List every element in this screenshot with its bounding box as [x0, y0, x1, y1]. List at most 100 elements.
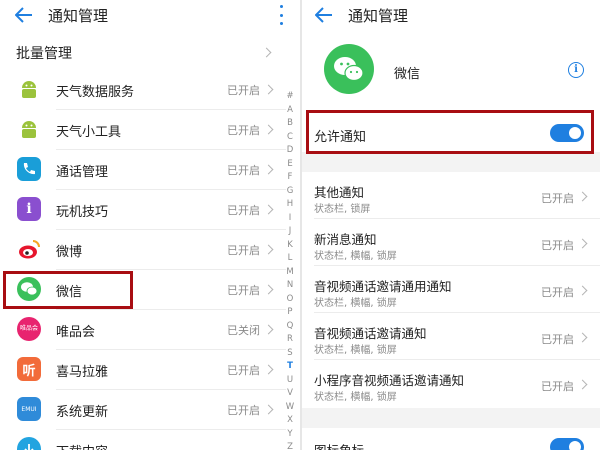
app-row-weibo[interactable]: 微博 已开启 [0, 230, 286, 270]
back-arrow-icon[interactable] [14, 5, 34, 25]
app-status: 已开启 [227, 164, 260, 177]
tips-icon: i [17, 197, 41, 221]
alphabet-index[interactable]: # A B C D E F G H I J K L M N O P Q R S T U V W X Y Z [284, 90, 296, 450]
android-icon [17, 117, 41, 141]
system-update-icon: EMUI [17, 397, 41, 421]
wechat-highlight-box [3, 271, 133, 309]
chevron-right-icon [263, 364, 274, 375]
notification-manager-list-screen: 通知管理 批量管理 天气数据服务 已开启 天气小工具 已开启 通话管理 已开启 … [0, 0, 300, 450]
chevron-right-icon [263, 164, 274, 175]
notification-subtitle: 状态栏, 锁屏 [314, 204, 371, 215]
alphabet-letter[interactable]: Z [284, 441, 296, 450]
notification-title: 新消息通知 [314, 232, 377, 247]
app-status: 已开启 [227, 244, 260, 257]
alphabet-letter[interactable]: L [284, 252, 296, 266]
app-status: 已开启 [227, 124, 260, 137]
notification-row-av-call-general[interactable]: 音视频通话邀请通用通知 状态栏, 横幅, 锁屏 已开启 [302, 266, 600, 313]
app-name: 通话管理 [56, 165, 109, 180]
system-update-logo-text: EMUI [21, 405, 37, 413]
alphabet-letter[interactable]: A [284, 104, 296, 118]
alphabet-letter[interactable]: J [284, 225, 296, 239]
notification-row-av-call[interactable]: 音视频通话邀请通知 状态栏, 横幅, 锁屏 已开启 [302, 313, 600, 360]
alphabet-letter[interactable]: B [284, 117, 296, 131]
app-status: 已开启 [227, 364, 260, 377]
batch-manage-label: 批量管理 [16, 46, 72, 62]
alphabet-letter[interactable]: X [284, 414, 296, 428]
chevron-right-icon [263, 84, 274, 95]
alphabet-letter[interactable]: D [284, 144, 296, 158]
chevron-right-icon [261, 47, 272, 58]
app-name: 玩机技巧 [56, 205, 109, 220]
alphabet-letter[interactable]: O [284, 293, 296, 307]
alphabet-letter[interactable]: T [284, 360, 296, 374]
alphabet-letter[interactable]: N [284, 279, 296, 293]
chevron-right-icon [263, 204, 274, 215]
notification-subtitle: 状态栏, 横幅, 锁屏 [314, 392, 397, 403]
phone-icon [17, 157, 41, 181]
app-row-tips[interactable]: i 玩机技巧 已开启 [0, 190, 286, 230]
notification-status: 已开启 [541, 380, 574, 393]
alphabet-letter[interactable]: V [284, 387, 296, 401]
alphabet-letter[interactable]: M [284, 266, 296, 280]
alphabet-letter[interactable]: P [284, 306, 296, 320]
notification-status: 已开启 [541, 333, 574, 346]
app-status: 已开启 [227, 284, 260, 297]
app-row-vipshop[interactable]: 唯品会 唯品会 已关闭 [0, 310, 286, 350]
app-row-weather-service[interactable]: 天气数据服务 已开启 [0, 70, 286, 110]
alphabet-letter[interactable]: I [284, 212, 296, 226]
alphabet-letter[interactable]: R [284, 333, 296, 347]
app-name: 天气数据服务 [56, 85, 135, 100]
app-row-ximalaya[interactable]: 听 喜马拉雅 已开启 [0, 350, 286, 390]
chevron-right-icon [577, 285, 588, 296]
alphabet-letter[interactable]: Q [284, 320, 296, 334]
alphabet-letter[interactable]: F [284, 171, 296, 185]
app-row-call-management[interactable]: 通话管理 已开启 [0, 150, 286, 190]
info-icon[interactable]: i [568, 62, 584, 78]
chevron-right-icon [577, 238, 588, 249]
app-row-downloads[interactable]: 下载内容 [0, 430, 286, 450]
notification-title: 音视频通话邀请通用通知 [314, 279, 452, 294]
app-status: 已关闭 [227, 324, 260, 337]
badge-icon-label: 图标角标 [314, 440, 364, 450]
notification-categories-list: 其他通知 状态栏, 锁屏 已开启 新消息通知 状态栏, 横幅, 锁屏 已开启 音… [302, 172, 600, 408]
more-options-icon[interactable] [278, 5, 284, 25]
vipshop-icon: 唯品会 [17, 317, 41, 341]
notification-row-miniprogram-av-call[interactable]: 小程序音视频通话邀请通知 状态栏, 横幅, 锁屏 已开启 [302, 360, 600, 407]
chevron-right-icon [263, 404, 274, 415]
alphabet-letter[interactable]: H [284, 198, 296, 212]
notification-status: 已开启 [541, 192, 574, 205]
app-name: 系统更新 [56, 405, 109, 420]
badge-icon-row[interactable]: 图标角标 [302, 428, 600, 450]
app-row-system-update[interactable]: EMUI 系统更新 已开启 [0, 390, 286, 430]
wechat-notification-settings-screen: 通知管理 微信 i 允许通知 其他通知 状态栏, 锁屏 已开启 新消息通知 状态… [302, 0, 600, 450]
notification-row-other[interactable]: 其他通知 状态栏, 锁屏 已开启 [302, 172, 600, 219]
app-name: 天气小工具 [56, 125, 122, 140]
notification-title: 小程序音视频通话邀请通知 [314, 373, 465, 388]
alphabet-letter[interactable]: Y [284, 428, 296, 442]
chevron-right-icon [263, 284, 274, 295]
chevron-right-icon [577, 332, 588, 343]
app-row-weather-widget[interactable]: 天气小工具 已开启 [0, 110, 286, 150]
badge-icon-toggle[interactable] [550, 438, 584, 450]
alphabet-letter[interactable]: U [284, 374, 296, 388]
back-arrow-icon[interactable] [314, 5, 334, 25]
app-name: 微博 [56, 245, 83, 260]
alphabet-letter[interactable]: C [284, 131, 296, 145]
alphabet-letter[interactable]: # [284, 90, 296, 104]
chevron-right-icon [263, 324, 274, 335]
alphabet-letter[interactable]: W [284, 401, 296, 415]
batch-manage-row[interactable]: 批量管理 [0, 38, 300, 68]
alphabet-letter[interactable]: G [284, 185, 296, 199]
alphabet-letter[interactable]: S [284, 347, 296, 361]
alphabet-letter[interactable]: K [284, 239, 296, 253]
notification-row-new-message[interactable]: 新消息通知 状态栏, 横幅, 锁屏 已开启 [302, 219, 600, 266]
app-name: 下载内容 [56, 441, 108, 450]
ximalaya-logo-text: 听 [22, 363, 36, 379]
vipshop-logo-text: 唯品会 [19, 325, 38, 332]
notification-subtitle: 状态栏, 横幅, 锁屏 [314, 298, 397, 309]
app-status: 已开启 [227, 84, 260, 97]
alphabet-letter[interactable]: E [284, 158, 296, 172]
notification-title: 音视频通话邀请通知 [314, 326, 427, 341]
notification-title: 其他通知 [314, 185, 365, 200]
wechat-icon [324, 44, 374, 94]
